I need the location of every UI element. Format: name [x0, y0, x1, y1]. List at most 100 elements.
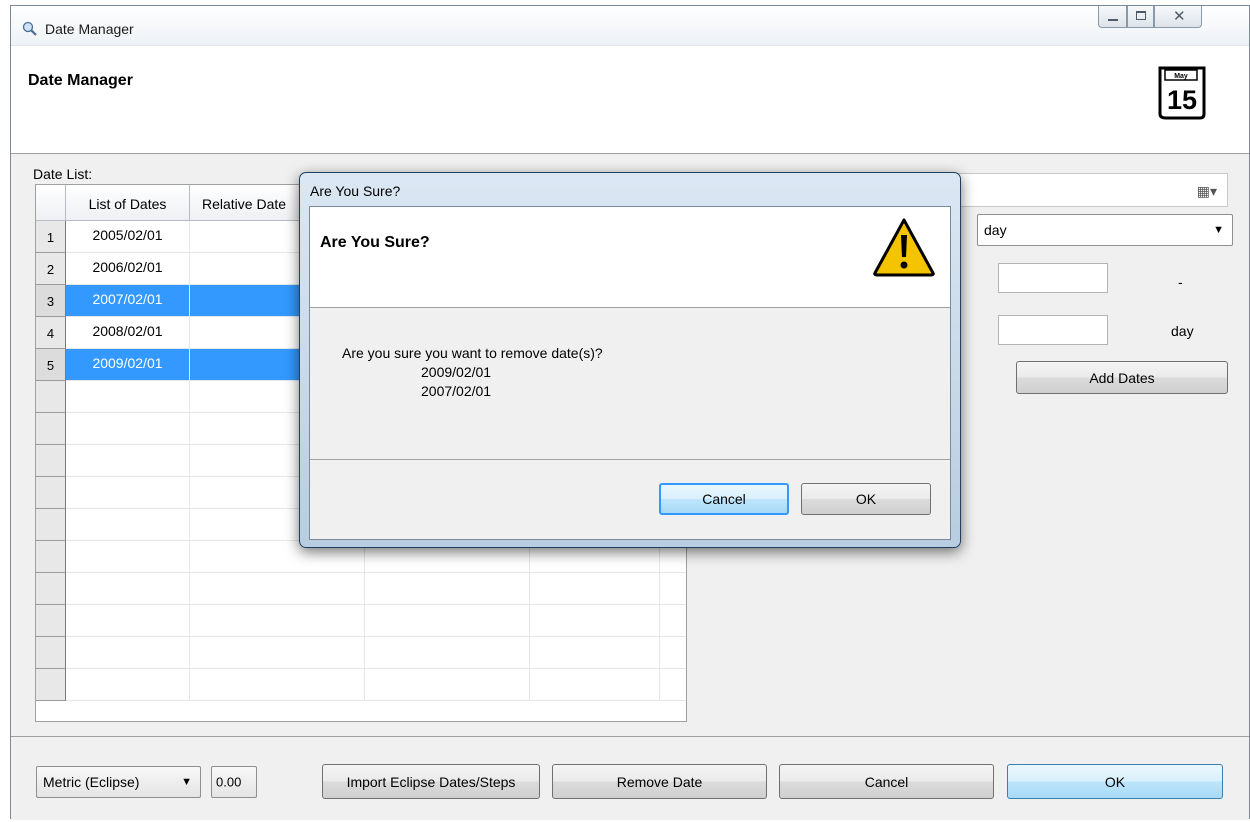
row-number[interactable]	[36, 413, 66, 445]
table-corner	[36, 185, 66, 221]
table-cell[interactable]	[66, 445, 190, 477]
import-eclipse-button[interactable]: Import Eclipse Dates/Steps	[322, 764, 540, 799]
calendar-dropdown-icon[interactable]: ▦▾	[1197, 183, 1217, 200]
calendar-icon: May 15	[1158, 66, 1206, 120]
minimize-icon	[1108, 19, 1118, 21]
maximize-button[interactable]	[1127, 6, 1154, 28]
row-number[interactable]: 2	[36, 253, 66, 285]
row-number[interactable]	[36, 669, 66, 701]
chevron-down-icon: ▼	[181, 776, 192, 788]
table-cell[interactable]	[660, 637, 686, 669]
table-row-empty[interactable]	[36, 669, 686, 701]
table-cell[interactable]	[365, 605, 530, 637]
close-icon: ✕	[1173, 8, 1186, 25]
dialog-cancel-button[interactable]: Cancel	[659, 483, 789, 515]
value-box[interactable]: 0.00	[211, 766, 257, 798]
row-number[interactable]	[36, 477, 66, 509]
table-cell[interactable]	[530, 669, 660, 701]
table-cell[interactable]	[66, 541, 190, 573]
table-cell[interactable]	[530, 573, 660, 605]
date-cell[interactable]: 2006/02/01	[66, 253, 190, 285]
date-cell[interactable]: 2009/02/01	[66, 349, 190, 381]
table-row-empty[interactable]	[36, 637, 686, 669]
table-cell[interactable]	[66, 477, 190, 509]
unit-system-value: Metric (Eclipse)	[43, 774, 140, 790]
table-cell[interactable]	[190, 605, 365, 637]
calendar-day: 15	[1167, 85, 1197, 115]
increment-unit-label: day	[1171, 323, 1194, 339]
app-icon	[22, 21, 37, 36]
row-number[interactable]: 5	[36, 349, 66, 381]
table-cell[interactable]	[66, 605, 190, 637]
table-cell[interactable]	[66, 637, 190, 669]
date-list-label: Date List:	[33, 166, 93, 182]
table-cell[interactable]	[660, 605, 686, 637]
dialog-header: Are You Sure?	[310, 207, 950, 308]
table-row-empty[interactable]	[36, 573, 686, 605]
dialog-separator	[310, 459, 950, 460]
unit-system-select[interactable]: Metric (Eclipse) ▼	[36, 766, 201, 798]
table-cell[interactable]	[530, 605, 660, 637]
cancel-label: Cancel	[864, 773, 909, 790]
date-cell[interactable]: 2007/02/01	[66, 285, 190, 317]
dialog-ok-label: OK	[855, 491, 877, 507]
ok-button[interactable]: OK	[1007, 764, 1223, 799]
row-number[interactable]	[36, 445, 66, 477]
unit-select[interactable]: day ▼	[977, 214, 1233, 246]
row-number[interactable]	[36, 637, 66, 669]
table-cell[interactable]	[190, 669, 365, 701]
dialog-heading: Are You Sure?	[320, 234, 430, 251]
row-number[interactable]	[36, 381, 66, 413]
dialog-message: Are you sure you want to remove date(s)?…	[342, 344, 603, 401]
table-cell[interactable]	[660, 573, 686, 605]
add-dates-label: Add Dates	[1089, 369, 1155, 386]
minimize-button[interactable]	[1098, 6, 1127, 28]
table-cell[interactable]	[66, 413, 190, 445]
ok-label: OK	[1104, 773, 1126, 790]
table-cell[interactable]	[660, 669, 686, 701]
date-cell[interactable]: 2008/02/01	[66, 317, 190, 349]
dialog-body: Are You Sure? Are you sure you want to r…	[309, 206, 951, 540]
table-cell[interactable]	[190, 573, 365, 605]
row-number[interactable]	[36, 605, 66, 637]
page-title: Date Manager	[28, 72, 133, 89]
table-cell[interactable]	[66, 509, 190, 541]
table-cell[interactable]	[66, 669, 190, 701]
close-button[interactable]: ✕	[1154, 6, 1202, 28]
row-number[interactable]: 1	[36, 221, 66, 253]
remove-date-label: Remove Date	[616, 773, 703, 790]
confirm-dialog: Are You Sure? Are You Sure? Are you sure…	[299, 172, 961, 548]
dialog-ok-button[interactable]: OK	[801, 483, 931, 515]
table-cell[interactable]	[365, 637, 530, 669]
table-cell[interactable]	[190, 637, 365, 669]
table-cell[interactable]	[66, 573, 190, 605]
dialog-cancel-label: Cancel	[702, 491, 746, 507]
table-cell[interactable]	[66, 381, 190, 413]
table-row-empty[interactable]	[36, 605, 686, 637]
increment-field[interactable]	[998, 315, 1108, 345]
unit-select-value: day	[984, 222, 1007, 238]
cancel-button[interactable]: Cancel	[779, 764, 994, 799]
restore-icon	[1136, 11, 1146, 20]
table-cell[interactable]	[365, 573, 530, 605]
row-number[interactable]	[36, 541, 66, 573]
dash-label: -	[1178, 274, 1183, 290]
dialog-date-item: 2009/02/01	[421, 364, 492, 380]
row-number[interactable]	[36, 509, 66, 541]
add-dates-button[interactable]: Add Dates	[1016, 361, 1228, 394]
dialog-date-item: 2007/02/01	[421, 383, 492, 399]
dialog-title: Are You Sure?	[310, 183, 401, 199]
remove-date-button[interactable]: Remove Date	[552, 764, 767, 799]
warning-icon	[873, 218, 935, 277]
table-cell[interactable]	[365, 669, 530, 701]
start-field[interactable]	[998, 263, 1108, 293]
row-number[interactable]	[36, 573, 66, 605]
header-banner: Date Manager May 15	[11, 46, 1249, 154]
row-number[interactable]: 4	[36, 317, 66, 349]
window-title: Date Manager	[45, 21, 134, 37]
row-number[interactable]: 3	[36, 285, 66, 317]
date-cell[interactable]: 2005/02/01	[66, 221, 190, 253]
column-header-list-of-dates[interactable]: List of Dates	[66, 185, 190, 221]
table-cell[interactable]	[530, 637, 660, 669]
calendar-month: May	[1174, 73, 1188, 80]
